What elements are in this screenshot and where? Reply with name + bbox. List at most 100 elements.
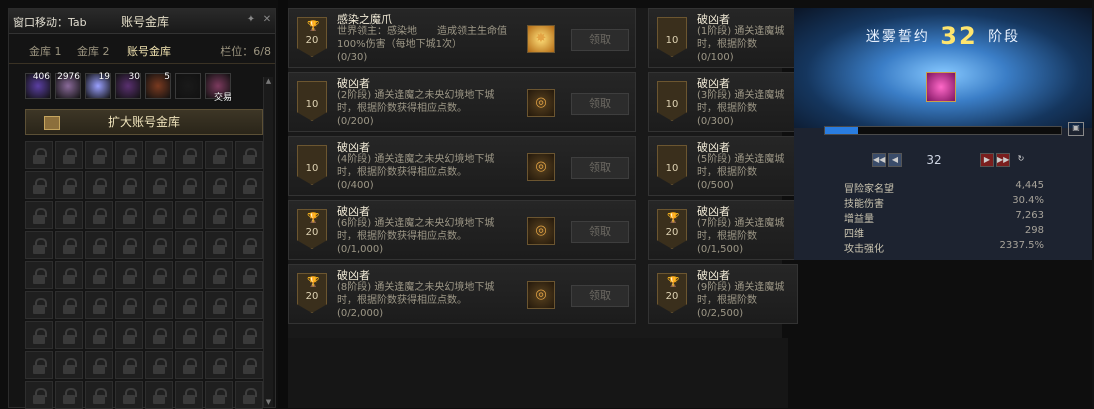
locked-slot-lock-icon[interactable] — [235, 291, 263, 319]
claim-button[interactable]: 领取 — [571, 285, 629, 307]
locked-slot-lock-icon[interactable] — [85, 141, 113, 169]
emblem-icon[interactable]: ◎ — [527, 153, 555, 181]
locked-slot-lock-icon[interactable] — [175, 201, 203, 229]
locked-slot-lock-icon[interactable] — [175, 171, 203, 199]
locked-slot-lock-icon[interactable] — [55, 321, 83, 349]
refresh-icon[interactable]: ↻ — [1014, 153, 1028, 167]
locked-slot-lock-icon[interactable] — [85, 261, 113, 289]
emblem-icon[interactable]: ◎ — [527, 281, 555, 309]
locked-slot-lock-icon[interactable] — [145, 171, 173, 199]
locked-slot-lock-icon[interactable] — [115, 171, 143, 199]
scroll-down-icon[interactable]: ▼ — [264, 398, 273, 407]
locked-slot-lock-icon[interactable] — [175, 141, 203, 169]
locked-slot-lock-icon[interactable] — [175, 291, 203, 319]
locked-slot-lock-icon[interactable] — [55, 351, 83, 379]
storage-item-3[interactable]: 19 — [85, 72, 111, 99]
reward-chest-icon[interactable]: ▣ — [1068, 122, 1084, 136]
claim-button[interactable]: 领取 — [571, 93, 629, 115]
locked-slot-lock-icon[interactable] — [85, 291, 113, 319]
locked-slot-lock-icon[interactable] — [235, 351, 263, 379]
storage-item-7[interactable]: 交易 — [205, 73, 232, 103]
storage-item-2[interactable]: 2976 — [55, 72, 81, 99]
prev-stage-icon[interactable]: ◀ — [888, 153, 902, 167]
locked-slot-lock-icon[interactable] — [145, 351, 173, 379]
locked-slot-lock-icon[interactable] — [205, 141, 233, 169]
scroll-up-icon[interactable]: ▲ — [264, 77, 273, 86]
locked-slot-lock-icon[interactable] — [205, 261, 233, 289]
locked-slot-lock-icon[interactable] — [175, 231, 203, 259]
locked-slot-lock-icon[interactable] — [85, 381, 113, 409]
contract-gem-icon[interactable] — [926, 72, 956, 102]
locked-slot-lock-icon[interactable] — [55, 381, 83, 409]
storage-item-1[interactable]: 406 — [25, 72, 51, 99]
locked-slot-lock-icon[interactable] — [235, 321, 263, 349]
locked-slot-lock-icon[interactable] — [205, 351, 233, 379]
locked-slot-lock-icon[interactable] — [235, 141, 263, 169]
locked-slot-lock-icon[interactable] — [175, 321, 203, 349]
locked-slot-lock-icon[interactable] — [205, 291, 233, 319]
locked-slot-lock-icon[interactable] — [235, 201, 263, 229]
locked-slot-lock-icon[interactable] — [145, 141, 173, 169]
storage-item-4[interactable]: 30 — [115, 72, 141, 99]
locked-slot-lock-icon[interactable] — [25, 321, 53, 349]
locked-slot-lock-icon[interactable] — [85, 321, 113, 349]
locked-slot-lock-icon[interactable] — [55, 141, 83, 169]
locked-slot-lock-icon[interactable] — [115, 291, 143, 319]
locked-slot-lock-icon[interactable] — [205, 381, 233, 409]
locked-slot-lock-icon[interactable] — [55, 291, 83, 319]
pin-icon[interactable]: ✦ — [245, 14, 257, 26]
claim-button[interactable]: 领取 — [571, 29, 629, 51]
locked-slot-lock-icon[interactable] — [205, 171, 233, 199]
locked-slot-lock-icon[interactable] — [25, 351, 53, 379]
locked-slot-lock-icon[interactable] — [175, 381, 203, 409]
storage-scrollbar[interactable]: ▲ ▼ — [263, 77, 273, 407]
claim-button[interactable]: 领取 — [571, 221, 629, 243]
locked-slot-lock-icon[interactable] — [115, 321, 143, 349]
expand-storage-button[interactable]: 扩大账号金库 — [25, 109, 263, 135]
locked-slot-lock-icon[interactable] — [145, 291, 173, 319]
locked-slot-lock-icon[interactable] — [55, 261, 83, 289]
locked-slot-lock-icon[interactable] — [25, 201, 53, 229]
locked-slot-lock-icon[interactable] — [205, 321, 233, 349]
locked-slot-lock-icon[interactable] — [175, 351, 203, 379]
close-icon[interactable]: ✕ — [261, 14, 273, 26]
locked-slot-lock-icon[interactable] — [235, 261, 263, 289]
locked-slot-lock-icon[interactable] — [25, 231, 53, 259]
locked-slot-lock-icon[interactable] — [85, 201, 113, 229]
locked-slot-lock-icon[interactable] — [145, 381, 173, 409]
emblem-icon[interactable]: ◎ — [527, 89, 555, 117]
locked-slot-lock-icon[interactable] — [205, 201, 233, 229]
tab-account-storage[interactable]: 账号金库 — [127, 43, 171, 61]
locked-slot-lock-icon[interactable] — [145, 201, 173, 229]
tab-storage-2[interactable]: 金库 2 — [77, 43, 110, 61]
tab-storage-1[interactable]: 金库 1 — [29, 43, 62, 61]
locked-slot-lock-icon[interactable] — [145, 231, 173, 259]
next-stage-icon[interactable]: ▶ — [980, 153, 994, 167]
last-stage-icon[interactable]: ▶▶ — [996, 153, 1010, 167]
locked-slot-lock-icon[interactable] — [85, 171, 113, 199]
locked-slot-lock-icon[interactable] — [115, 261, 143, 289]
locked-slot-lock-icon[interactable] — [115, 351, 143, 379]
locked-slot-lock-icon[interactable] — [25, 261, 53, 289]
locked-slot-lock-icon[interactable] — [145, 321, 173, 349]
locked-slot-lock-icon[interactable] — [25, 141, 53, 169]
locked-slot-lock-icon[interactable] — [145, 261, 173, 289]
locked-slot-lock-icon[interactable] — [205, 231, 233, 259]
emblem-icon[interactable]: ◎ — [527, 217, 555, 245]
locked-slot-lock-icon[interactable] — [115, 381, 143, 409]
storage-item-6[interactable] — [175, 73, 201, 99]
locked-slot-lock-icon[interactable] — [175, 261, 203, 289]
locked-slot-lock-icon[interactable] — [115, 201, 143, 229]
locked-slot-lock-icon[interactable] — [235, 231, 263, 259]
locked-slot-lock-icon[interactable] — [235, 171, 263, 199]
claim-button[interactable]: 领取 — [571, 157, 629, 179]
gold-star-icon[interactable]: ✸ — [527, 25, 555, 53]
locked-slot-lock-icon[interactable] — [55, 201, 83, 229]
locked-slot-lock-icon[interactable] — [55, 171, 83, 199]
locked-slot-lock-icon[interactable] — [115, 141, 143, 169]
locked-slot-lock-icon[interactable] — [25, 171, 53, 199]
locked-slot-lock-icon[interactable] — [25, 381, 53, 409]
locked-slot-lock-icon[interactable] — [25, 291, 53, 319]
locked-slot-lock-icon[interactable] — [85, 231, 113, 259]
locked-slot-lock-icon[interactable] — [235, 381, 263, 409]
